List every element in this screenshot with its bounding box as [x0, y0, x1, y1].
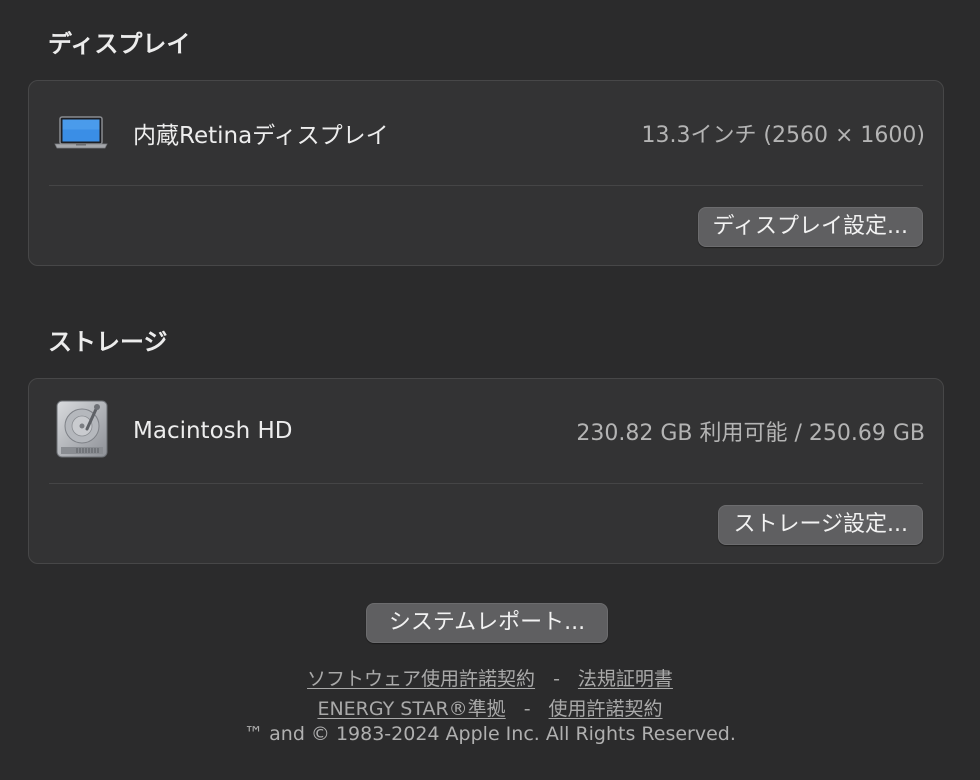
license-agreement-link[interactable]: 使用許諾契約 [549, 698, 663, 720]
storage-capacity: 230.82 GB 利用可能 / 250.69 GB [576, 421, 925, 446]
energy-star-link[interactable]: ENERGY STAR®準拠 [317, 698, 505, 720]
display-row: 内蔵Retinaディスプレイ 13.3インチ (2560 × 1600) [29, 81, 943, 185]
storage-volume-name: Macintosh HD [133, 418, 293, 444]
display-panel: 内蔵Retinaディスプレイ 13.3インチ (2560 × 1600) ディス… [28, 80, 944, 266]
storage-settings-button[interactable]: ストレージ設定... [718, 505, 923, 545]
storage-panel: Macintosh HD 230.82 GB 利用可能 / 250.69 GB … [28, 378, 944, 564]
hard-drive-icon [53, 399, 111, 463]
footer-separator: - [553, 668, 560, 690]
software-license-link[interactable]: ソフトウェア使用許諾契約 [307, 668, 535, 690]
display-name: 内蔵Retinaディスプレイ [133, 123, 389, 149]
footer-links-row-1: ソフトウェア使用許諾契約 - 法規証明書 [0, 664, 980, 691]
laptop-icon [53, 111, 109, 155]
footer-separator: - [523, 698, 531, 720]
regulatory-certification-link[interactable]: 法規証明書 [578, 668, 673, 690]
copyright-text: ™ and © 1983-2024 Apple Inc. All Rights … [244, 723, 736, 745]
storage-divider [49, 483, 923, 484]
storage-section-title: ストレージ [48, 328, 168, 356]
display-settings-button[interactable]: ディスプレイ設定... [697, 207, 923, 247]
display-divider [49, 185, 923, 186]
storage-row: Macintosh HD 230.82 GB 利用可能 / 250.69 GB [29, 379, 943, 483]
about-this-mac-more-info: ディスプレイ 内蔵Retinaディスプレイ 13.3インチ (2560 × 16… [0, 0, 980, 780]
display-section-title: ディスプレイ [48, 30, 191, 58]
display-resolution: 13.3インチ (2560 × 1600) [641, 123, 925, 148]
footer-links-row-2: ENERGY STAR®準拠 - 使用許諾契約 [0, 694, 980, 721]
system-report-button[interactable]: システムレポート... [366, 603, 608, 643]
